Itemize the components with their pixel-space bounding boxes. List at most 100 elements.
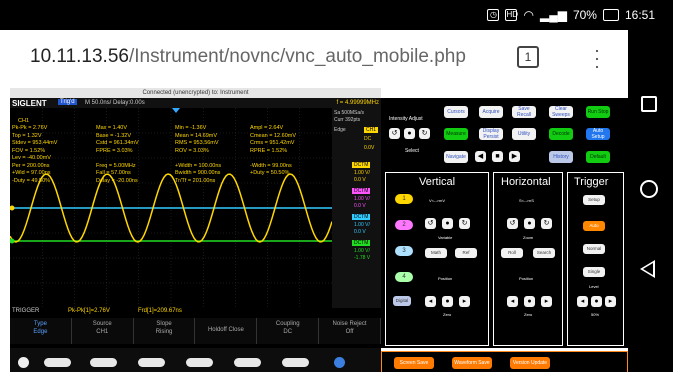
- vpos-knob-icon[interactable]: ●: [442, 296, 453, 307]
- softkey-noise-label: Noise Reject: [332, 321, 367, 327]
- softkey-3-button[interactable]: [138, 358, 165, 367]
- ref-button[interactable]: Ref: [455, 248, 477, 258]
- waveform-save-button[interactable]: Waveform Save: [452, 357, 492, 369]
- decode-button[interactable]: Decode: [549, 128, 573, 140]
- battery-icon: [602, 9, 619, 21]
- meas-value: [175, 155, 221, 163]
- tab-switcher-button[interactable]: 1: [517, 46, 539, 68]
- android-nav-bar: [628, 30, 673, 372]
- tlevel-left-icon[interactable]: ◂: [577, 296, 588, 307]
- softkey-holdoff[interactable]: Holdoff Close: [195, 318, 258, 344]
- zoom-label: Zoom: [523, 235, 534, 240]
- intensity-right-icon[interactable]: ↻: [419, 128, 430, 139]
- intensity-knob-icon[interactable]: ●: [404, 128, 415, 139]
- display-persist-button[interactable]: Display Persist: [479, 128, 503, 140]
- waveform-grid[interactable]: CH1 Pk-Pk = 2.76V Top = 1.32V Stdev = 953.…: [10, 108, 333, 308]
- trigger-state-badge: Trig'd: [58, 99, 77, 105]
- menu-toggle-knob[interactable]: [334, 357, 345, 368]
- ch2-offset: 0.0 V: [354, 203, 366, 209]
- ch1-button[interactable]: 1: [395, 194, 413, 204]
- softkey-type[interactable]: Type Edge: [10, 318, 72, 344]
- vscale-knob-icon[interactable]: ●: [442, 218, 453, 229]
- auto-setup-button[interactable]: Auto Setup: [586, 128, 610, 140]
- version-update-button[interactable]: Version Update: [510, 357, 550, 369]
- trigger-setup-button[interactable]: Setup: [583, 195, 605, 205]
- softkey-1-button[interactable]: [44, 358, 71, 367]
- vscale-left-icon[interactable]: ↺: [425, 218, 436, 229]
- hscale-right-icon[interactable]: ↻: [541, 218, 552, 229]
- meas-value: +Duty = 50.50%: [250, 170, 290, 176]
- save-recall-button[interactable]: Save Recall: [512, 106, 536, 118]
- hpos-left-icon[interactable]: ◂: [507, 296, 518, 307]
- hscale-left-icon[interactable]: ↺: [507, 218, 518, 229]
- softkey-5-button[interactable]: [234, 358, 261, 367]
- softkey-slope[interactable]: Slope Rising: [133, 318, 196, 344]
- default-button[interactable]: Default: [586, 151, 610, 163]
- meas-value: RMS = 953.56mV: [175, 140, 219, 146]
- cursors-button[interactable]: Cursors: [444, 106, 468, 118]
- trigger-single-button[interactable]: Single: [583, 267, 605, 277]
- back-icon[interactable]: [640, 260, 655, 278]
- utility-button[interactable]: Utility: [512, 128, 536, 140]
- meas-value: FOV = 1.52%: [12, 147, 46, 154]
- oscilloscope-display[interactable]: SIGLENT Trig'd M 50.0ns/ Delay:0.00s f =…: [10, 98, 381, 372]
- recents-icon[interactable]: [641, 96, 657, 112]
- softkey-bar: Type Edge Source CH1 Slope Rising Holdoff C…: [10, 318, 381, 344]
- math-button[interactable]: Math: [425, 248, 447, 258]
- hpos-knob-icon[interactable]: ●: [524, 296, 535, 307]
- softkey-coupling[interactable]: Coupling DC: [257, 318, 320, 344]
- softkey-slope-value: Rising: [155, 329, 173, 335]
- variable-label: Variable: [438, 235, 453, 240]
- softkey-6-button[interactable]: [282, 358, 309, 367]
- tlevel-right-icon[interactable]: ▸: [605, 296, 616, 307]
- softkey-noise-reject[interactable]: Noise Reject Off: [319, 318, 381, 344]
- ch4-scale: 1.00 V/: [354, 248, 370, 254]
- ch3-button[interactable]: 3: [395, 246, 413, 256]
- ch1-scale: 1.00 V/: [354, 170, 370, 176]
- ch2-button[interactable]: 2: [395, 220, 413, 230]
- trigger-auto-button[interactable]: Auto: [583, 221, 605, 231]
- search-button[interactable]: Search: [533, 248, 555, 258]
- trigger-normal-button[interactable]: Normal: [583, 244, 605, 254]
- navigate-button[interactable]: Navigate: [444, 151, 468, 163]
- hscale-knob-icon[interactable]: ●: [524, 218, 535, 229]
- screen-save-button[interactable]: Screen Save: [394, 357, 434, 369]
- roll-button[interactable]: Roll: [501, 248, 523, 258]
- navigate-stop-icon[interactable]: ■: [492, 151, 503, 162]
- vscale-right-icon[interactable]: ↻: [459, 218, 470, 229]
- history-button[interactable]: History: [549, 151, 573, 163]
- select-label: Select: [405, 148, 419, 154]
- clock: 16:51: [624, 8, 655, 22]
- ch3-coupling-tag: DCTM: [352, 214, 371, 220]
- overflow-menu-icon[interactable]: · · ·: [592, 41, 602, 75]
- meas-value: Fall = 57.00ns: [96, 170, 131, 176]
- meas-value: Cstd = 961.34mV: [96, 140, 139, 146]
- volt-unit-label: V<-->mV: [429, 198, 446, 203]
- home-icon[interactable]: [640, 180, 658, 198]
- tlevel-knob-icon[interactable]: ●: [591, 296, 602, 307]
- ch1-coupling-tag: DCTM: [352, 162, 371, 168]
- meas-value: Lev = -40.00mV: [12, 155, 51, 161]
- softkey-4-button[interactable]: [186, 358, 213, 367]
- url-text[interactable]: 10.11.13.56/Instrument/novnc/vnc_auto_mo…: [30, 46, 466, 68]
- digital-button[interactable]: Digital: [393, 296, 411, 306]
- intensity-left-icon[interactable]: ↺: [389, 128, 400, 139]
- navigate-forward-icon[interactable]: ▶: [509, 151, 520, 162]
- meas-value: Stdev = 953.44mV: [12, 140, 58, 146]
- measure-button[interactable]: Measure: [444, 128, 468, 140]
- hpos-right-icon[interactable]: ▸: [541, 296, 552, 307]
- softkey-knob-1[interactable]: [18, 357, 29, 368]
- trigger-position-marker: [172, 108, 180, 113]
- run-stop-button[interactable]: Run Stop: [586, 106, 610, 118]
- url-bar[interactable]: 10.11.13.56/Instrument/novnc/vnc_auto_mo…: [10, 40, 620, 78]
- acquire-button[interactable]: Acquire: [479, 106, 503, 118]
- softkey-2-button[interactable]: [90, 358, 117, 367]
- time-unit-label: S<-->nS: [519, 198, 534, 203]
- vpos-right-icon[interactable]: ▸: [459, 296, 470, 307]
- navigate-back-icon[interactable]: ◀: [475, 151, 486, 162]
- softkey-source[interactable]: Source CH1: [71, 318, 134, 344]
- ch4-button[interactable]: 4: [395, 272, 413, 282]
- ch4-offset: -1.78 V: [354, 255, 371, 261]
- vpos-left-icon[interactable]: ◂: [425, 296, 436, 307]
- clear-sweeps-button[interactable]: Clear Sweeps: [549, 106, 573, 118]
